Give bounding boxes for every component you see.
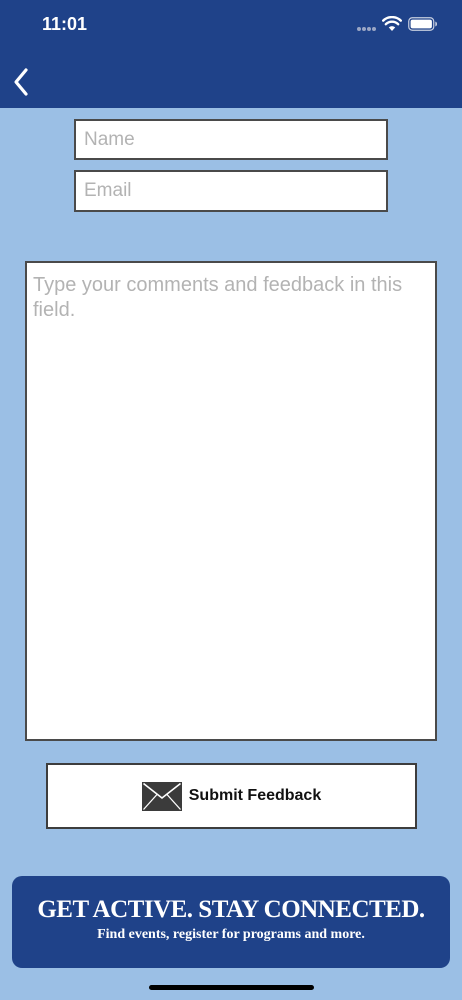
email-field[interactable]	[74, 170, 388, 212]
cellular-signal-icon	[357, 27, 377, 45]
battery-icon	[408, 17, 437, 31]
submit-feedback-label: Submit Feedback	[188, 787, 322, 804]
banner-subline: Find events, register for programs and m…	[97, 927, 365, 942]
envelope-icon	[141, 781, 182, 811]
submit-feedback-button[interactable]: Submit Feedback	[46, 763, 417, 829]
back-button[interactable]	[6, 64, 36, 100]
wifi-icon	[382, 16, 402, 31]
home-indicator	[149, 985, 314, 990]
status-time: 11:01	[42, 14, 88, 34]
chevron-left-icon	[14, 68, 28, 96]
promo-banner[interactable]: GET ACTIVE. STAY CONNECTED. Find events,…	[12, 876, 450, 968]
banner-headline: GET ACTIVE. STAY CONNECTED.	[37, 896, 425, 923]
comments-field[interactable]	[25, 261, 437, 741]
nav-bar: 11:01	[0, 0, 462, 108]
name-field[interactable]	[74, 119, 388, 160]
